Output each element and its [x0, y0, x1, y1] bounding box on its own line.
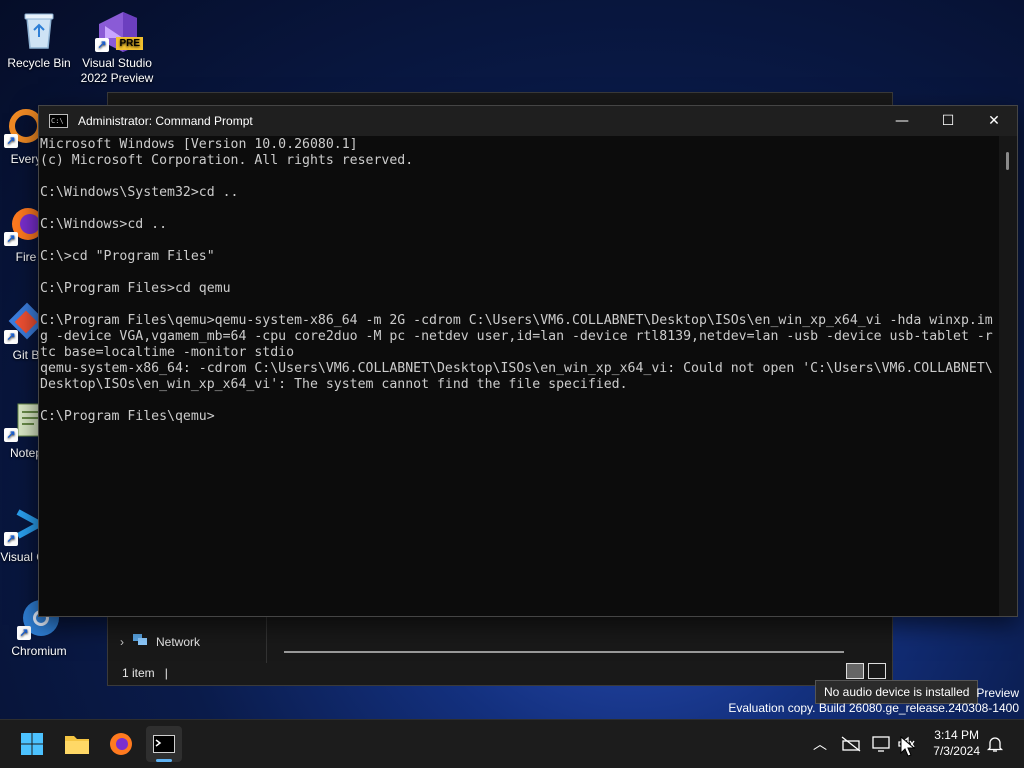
- shortcut-arrow-icon: ↗: [17, 626, 31, 640]
- console-line: C:\Windows\System32>cd ..: [40, 185, 239, 200]
- window-title: Administrator: Command Prompt: [78, 114, 253, 128]
- desktop-icon-label: Chromium: [11, 644, 67, 658]
- firefox-icon: [110, 733, 132, 755]
- taskbar: ︿ 3:14 PM 7/3/2024: [0, 719, 1024, 768]
- console-line: tc base=localtime -monitor stdio: [40, 345, 295, 360]
- chevron-up-icon[interactable]: ︿: [808, 734, 832, 754]
- close-button[interactable]: ✕: [971, 106, 1017, 136]
- console-line: g -device VGA,vgamem_mb=64 -cpu core2duo…: [40, 329, 993, 344]
- title-bar[interactable]: C:\ Administrator: Command Prompt — ☐ ✕: [39, 106, 1017, 136]
- pre-badge: PRE: [116, 37, 143, 50]
- network-disconnected-icon[interactable]: [840, 735, 862, 753]
- scrollbar-thumb[interactable]: [1006, 152, 1009, 170]
- clock-date: 7/3/2024: [933, 744, 980, 758]
- display-icon[interactable]: [870, 735, 892, 753]
- details-view-icon[interactable]: [846, 663, 864, 679]
- status-bar-text: 1 item |: [122, 666, 168, 680]
- shortcut-arrow-icon: ↗: [4, 330, 18, 344]
- maximize-button[interactable]: ☐: [925, 106, 971, 136]
- terminal-icon: [153, 735, 175, 753]
- desktop-icon-visual-studio-2022-preview[interactable]: PRE ↗ Visual Studio 2022 Preview: [79, 8, 155, 86]
- file-explorer-taskbar-button[interactable]: [59, 726, 95, 762]
- windows-logo-icon: [21, 733, 43, 755]
- console-line: Microsoft Windows [Version 10.0.26080.1]: [40, 137, 358, 152]
- desktop-icon-recycle-bin[interactable]: Recycle Bin: [1, 8, 77, 71]
- command-prompt-window[interactable]: C:\ Administrator: Command Prompt — ☐ ✕ …: [38, 105, 1018, 617]
- nav-item-network[interactable]: › Network: [120, 633, 200, 650]
- console-line: qemu-system-x86_64: -cdrom C:\Users\VM6.…: [40, 361, 993, 376]
- mouse-cursor-icon: [900, 736, 916, 757]
- minimize-button[interactable]: —: [879, 106, 925, 136]
- console-line: C:\>cd "Program Files": [40, 249, 215, 264]
- command-prompt-taskbar-button[interactable]: [146, 726, 182, 762]
- watermark-build: Evaluation copy. Build 26080.ge_release.…: [728, 701, 1019, 715]
- notification-bell-icon[interactable]: [986, 735, 1004, 753]
- console-line: C:\Windows>cd ..: [40, 217, 168, 232]
- console-line: (c) Microsoft Corporation. All rights re…: [40, 153, 414, 168]
- tiles-view-icon[interactable]: [868, 663, 886, 679]
- clock-time: 3:14 PM: [934, 728, 979, 742]
- nav-item-label: Network: [156, 634, 201, 649]
- chevron-right-icon[interactable]: ›: [120, 635, 124, 649]
- firefox-taskbar-button[interactable]: [103, 726, 139, 762]
- shortcut-arrow-icon: ↗: [95, 38, 109, 52]
- console-line: C:\Program Files>cd qemu: [40, 281, 231, 296]
- console-line: Desktop\ISOs\en_win_xp_x64_vi': The syst…: [40, 377, 628, 392]
- horizontal-scrollbar[interactable]: [284, 651, 844, 653]
- shortcut-arrow-icon: ↗: [4, 232, 18, 246]
- command-prompt-icon: C:\: [49, 114, 68, 128]
- vertical-scrollbar[interactable]: [999, 136, 1017, 616]
- shortcut-arrow-icon: ↗: [4, 134, 18, 148]
- desktop-icon-label: Visual Studio 2022 Preview: [80, 56, 154, 85]
- network-icon: [132, 633, 148, 650]
- start-button[interactable]: [14, 726, 50, 762]
- console-line: C:\Program Files\qemu>qemu-system-x86_64…: [40, 313, 993, 328]
- desktop-icon-label: Recycle Bin: [7, 56, 71, 70]
- console-output[interactable]: Microsoft Windows [Version 10.0.26080.1]…: [39, 136, 999, 616]
- running-indicator: [156, 759, 172, 762]
- taskbar-clock[interactable]: 3:14 PM 7/3/2024: [933, 727, 980, 759]
- shortcut-arrow-icon: ↗: [4, 532, 18, 546]
- pane-divider: [266, 613, 267, 663]
- recycle-bin-icon: [17, 8, 61, 52]
- watermark-preview: Preview: [976, 686, 1019, 700]
- folder-icon: [65, 736, 89, 754]
- console-line: C:\Program Files\qemu>: [40, 409, 215, 424]
- visual-studio-icon: PRE ↗: [95, 8, 143, 52]
- shortcut-arrow-icon: ↗: [4, 428, 18, 442]
